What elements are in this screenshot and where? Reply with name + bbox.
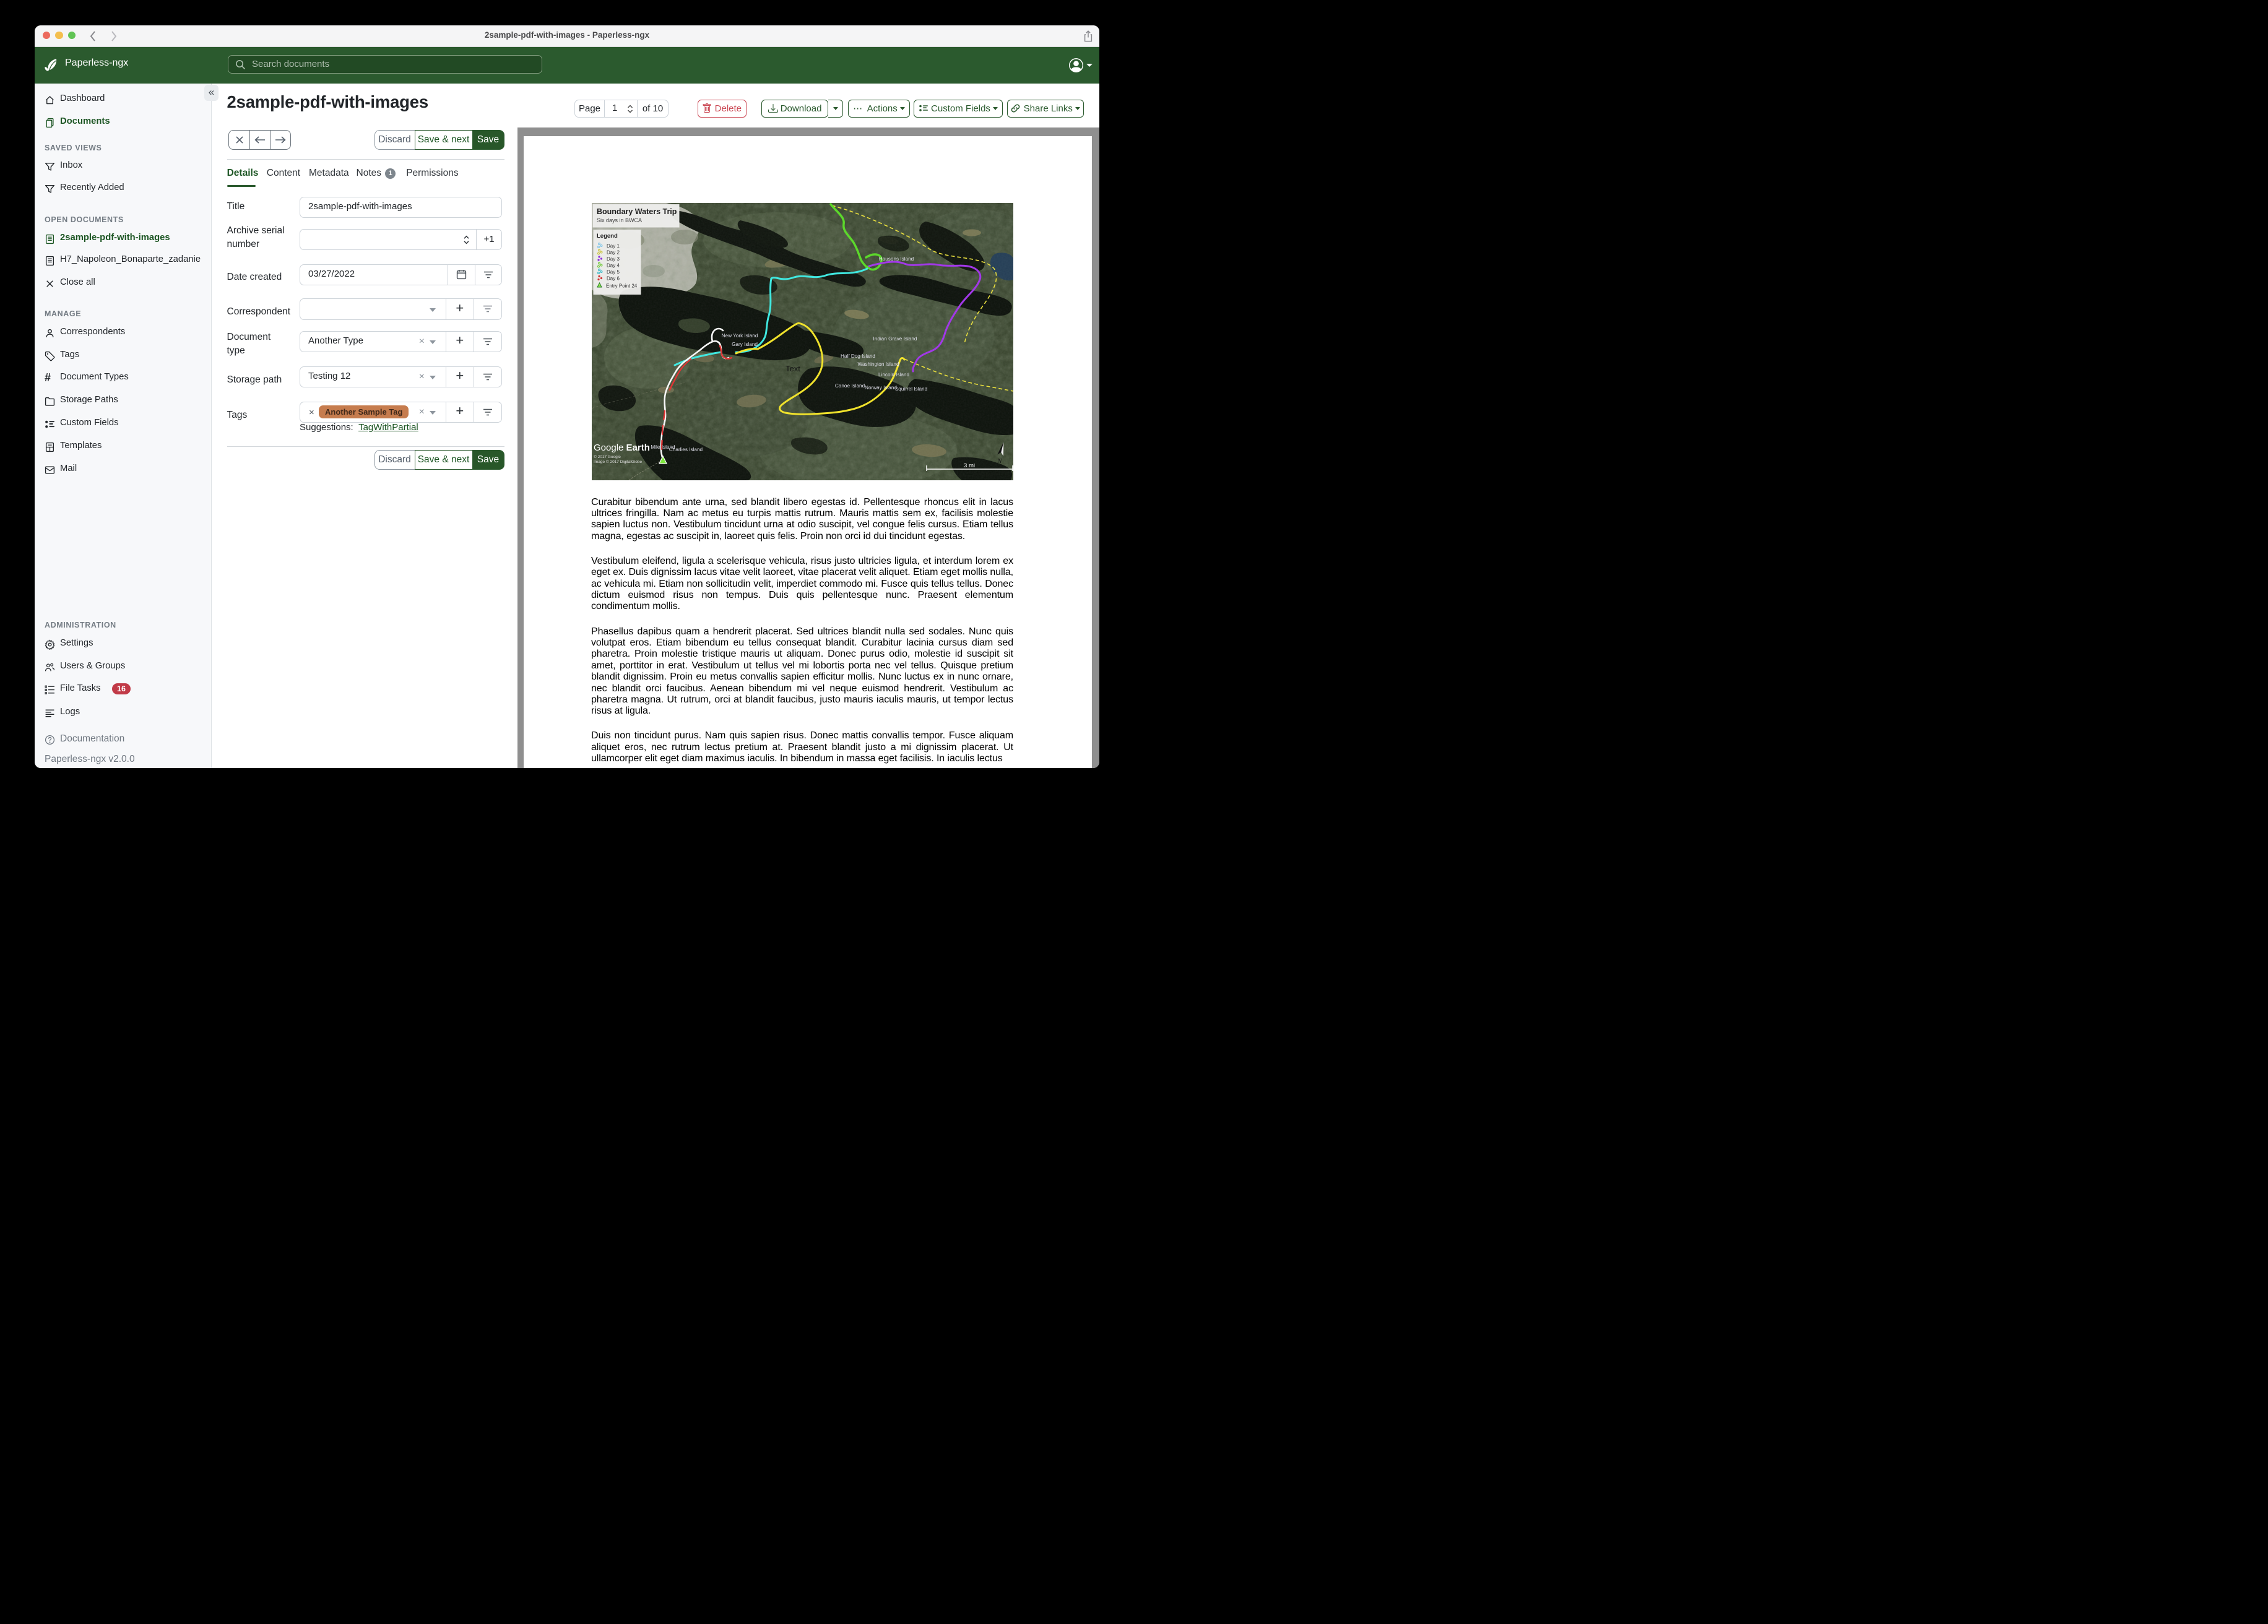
svg-text:Six days in BWCA: Six days in BWCA [597, 217, 642, 223]
svg-text:Google Earth: Google Earth [594, 443, 650, 453]
svg-text:N: N [997, 457, 1002, 465]
svg-text:Indian Grave Island: Indian Grave Island [873, 336, 917, 342]
svg-text:Day 1: Day 1 [607, 243, 620, 249]
svg-text:Squirrel Island: Squirrel Island [894, 386, 927, 392]
svg-text:Gary Island: Gary Island [732, 342, 758, 347]
svg-text:Entry Point 24: Entry Point 24 [606, 283, 638, 289]
svg-text:Hausons Island: Hausons Island [878, 256, 914, 262]
svg-text:3 mi: 3 mi [964, 462, 975, 469]
svg-text:Boundary Waters Trip: Boundary Waters Trip [597, 207, 677, 216]
svg-text:Lincoln Island: Lincoln Island [878, 372, 909, 378]
svg-text:Washington Island: Washington Island [857, 361, 899, 367]
svg-text:Image © 2017 DigitalGlobe: Image © 2017 DigitalGlobe [594, 459, 643, 464]
svg-text:Day 3: Day 3 [607, 256, 620, 262]
svg-text:Day 5: Day 5 [607, 269, 620, 275]
svg-text:© 2017 Google: © 2017 Google [594, 454, 621, 459]
svg-text:Day 4: Day 4 [607, 263, 620, 269]
svg-text:Norway Island: Norway Island [865, 385, 897, 391]
svg-text:Legend: Legend [597, 233, 618, 240]
svg-text:Day 2: Day 2 [607, 250, 620, 256]
svg-text:Charlies Island: Charlies Island [669, 447, 703, 452]
svg-text:Text: Text [786, 364, 800, 373]
svg-text:Canoe Island: Canoe Island [834, 383, 865, 389]
svg-text:Half Dog Island: Half Dog Island [841, 353, 875, 359]
svg-text:Day 6: Day 6 [607, 276, 620, 282]
svg-text:New York Island: New York Island [721, 333, 758, 339]
